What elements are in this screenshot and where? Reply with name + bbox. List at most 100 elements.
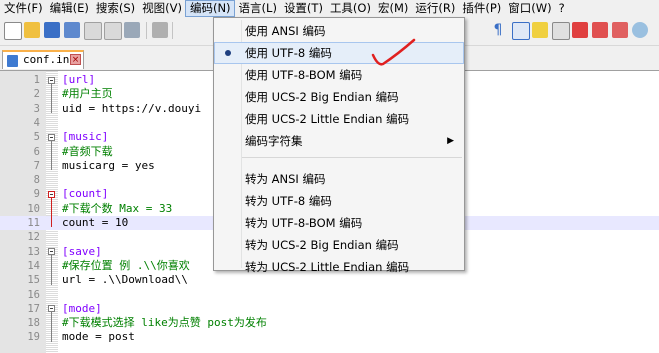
menu-item-label: 转为 UTF-8 编码	[245, 194, 332, 208]
menu-language[interactable]: 语言(L)	[235, 0, 280, 17]
menu-item-use-ansi[interactable]: 使用 ANSI 编码	[214, 20, 464, 42]
menu-file[interactable]: 文件(F)	[0, 0, 46, 17]
function-list-icon[interactable]	[592, 22, 608, 38]
line-number: 12	[27, 231, 40, 244]
menu-item-use-utf8-bom[interactable]: 使用 UTF-8-BOM 编码	[214, 64, 464, 86]
close-icon[interactable]	[84, 22, 102, 40]
menu-help[interactable]: ?	[555, 0, 568, 17]
menu-item-convert-utf8-bom[interactable]: 转为 UTF-8-BOM 编码	[214, 212, 464, 234]
fold-line	[51, 197, 52, 228]
line-number: 16	[27, 288, 40, 301]
code-text: mode = post	[62, 330, 135, 344]
tab-close-icon[interactable]: ×	[70, 54, 81, 65]
code-text: #保存位置 例 .\\你喜欢	[62, 258, 190, 272]
file-icon	[7, 55, 18, 67]
code-text: [mode]	[62, 301, 102, 315]
code-text: [url]	[62, 73, 96, 86]
line-number: 13	[27, 245, 40, 258]
radio-bullet-icon	[225, 50, 231, 56]
code-line[interactable]: 19 mode = post	[0, 330, 659, 344]
menu-view[interactable]: 视图(V)	[138, 0, 185, 17]
menu-edit[interactable]: 编辑(E)	[46, 0, 92, 17]
submenu-arrow-icon: ▶	[447, 136, 454, 146]
line-number: 7	[33, 159, 40, 172]
cut-icon[interactable]	[152, 22, 168, 38]
menu-item-use-ucs2-le[interactable]: 使用 UCS-2 Little Endian 编码	[214, 108, 464, 130]
menu-item-label: 转为 UTF-8-BOM 编码	[245, 216, 363, 230]
code-text: [count]	[62, 187, 109, 201]
menu-item-use-utf8[interactable]: 使用 UTF-8 编码	[214, 42, 464, 64]
menu-item-convert-ucs2-le[interactable]: 转为 UCS-2 Little Endian 编码	[214, 256, 464, 278]
menu-item-convert-utf8[interactable]: 转为 UTF-8 编码	[214, 190, 464, 212]
toolbar-separator	[146, 22, 147, 39]
menu-item-convert-ucs2-be[interactable]: 转为 UCS-2 Big Endian 编码	[214, 234, 464, 256]
menu-bar: 文件(F) 编辑(E) 搜索(S) 视图(V) 编码(N) 语言(L) 设置(T) 工具(O)…	[0, 0, 659, 17]
menu-search[interactable]: 搜索(S)	[92, 0, 138, 17]
menu-separator	[242, 157, 462, 158]
fold-line	[51, 255, 52, 285]
menu-window[interactable]: 窗口(W)	[504, 0, 554, 17]
code-text: #音频下载	[62, 144, 113, 158]
code-text: count = 10	[62, 216, 129, 229]
save-icon[interactable]	[44, 22, 60, 38]
fold-line	[51, 140, 52, 171]
code-text: #用户主页	[62, 87, 113, 101]
menu-item-label: 转为 UCS-2 Little Endian 编码	[245, 260, 410, 274]
code-line[interactable]: 16	[0, 288, 659, 302]
line-number: 4	[33, 116, 40, 129]
code-line[interactable]: 17 [mode]	[0, 302, 659, 316]
menu-tools[interactable]: 工具(O)	[326, 0, 374, 17]
pilcrow-icon[interactable]: ¶	[490, 22, 506, 38]
menu-item-use-ucs2-be[interactable]: 使用 UCS-2 Big Endian 编码	[214, 86, 464, 108]
open-folder-icon[interactable]	[24, 22, 40, 38]
code-text: #下载模式选择 like为点赞 post为发布	[62, 316, 267, 330]
menu-item-label: 使用 UTF-8-BOM 编码	[245, 68, 363, 82]
menu-item-convert-ansi[interactable]: 转为 ANSI 编码	[214, 168, 464, 190]
line-number: 10	[27, 202, 40, 215]
code-text: [music]	[62, 130, 109, 144]
menu-item-label: 转为 ANSI 编码	[245, 172, 326, 186]
fold-line	[51, 83, 52, 114]
tab-label: conf.ini	[23, 53, 76, 66]
line-number: 1	[33, 74, 40, 86]
code-text: uid = https://v.douyi	[62, 101, 202, 115]
menu-settings[interactable]: 设置(T)	[280, 0, 326, 17]
line-number: 18	[27, 317, 40, 330]
menu-item-label: 使用 UCS-2 Little Endian 编码	[245, 112, 410, 126]
fold-toggle-icon[interactable]	[48, 133, 55, 141]
word-wrap-icon[interactable]	[512, 22, 530, 40]
encoding-menu: 使用 ANSI 编码 使用 UTF-8 编码使用 UTF-8-BOM 编码使用 U…	[213, 17, 465, 274]
macro-icon[interactable]	[532, 22, 548, 38]
line-number: 2	[33, 88, 40, 101]
menu-item-charset-submenu[interactable]: 编码字符集 ▶	[214, 130, 464, 152]
menu-item-label: 使用 UCS-2 Big Endian 编码	[245, 90, 399, 104]
eye-icon[interactable]	[632, 22, 648, 38]
print-icon[interactable]	[124, 22, 140, 38]
line-number: 5	[33, 131, 40, 144]
toolbar-separator	[172, 22, 173, 39]
menu-item-label: 使用 ANSI 编码	[245, 24, 326, 38]
code-text: url = .\\Download\\	[62, 273, 188, 287]
line-number: 17	[27, 302, 40, 315]
fold-toggle-icon[interactable]	[48, 305, 55, 313]
menu-plugins[interactable]: 插件(P)	[458, 0, 504, 17]
doc-map-icon[interactable]	[572, 22, 588, 38]
bookmark-icon[interactable]	[552, 22, 570, 40]
code-text: musicarg = yes	[62, 158, 155, 172]
line-number: 8	[33, 174, 40, 187]
menu-item-label: 编码字符集	[245, 134, 303, 148]
fold-toggle-icon[interactable]	[48, 76, 55, 84]
menu-run[interactable]: 运行(R)	[411, 0, 458, 17]
code-line[interactable]: 18 #下载模式选择 like为点赞 post为发布	[0, 316, 659, 330]
save-all-icon[interactable]	[64, 22, 80, 38]
folder-workspace-icon[interactable]	[612, 22, 628, 38]
tab-conf-ini[interactable]: conf.ini ×	[2, 50, 84, 69]
menu-item-label: 转为 UCS-2 Big Endian 编码	[245, 238, 399, 252]
fold-toggle-icon[interactable]	[48, 190, 55, 198]
new-file-icon[interactable]	[4, 22, 22, 40]
close-all-icon[interactable]	[104, 22, 122, 40]
fold-toggle-icon[interactable]	[48, 248, 55, 256]
menu-item-label: 使用 UTF-8 编码	[245, 46, 332, 60]
menu-encoding[interactable]: 编码(N)	[184, 0, 235, 17]
menu-macro[interactable]: 宏(M)	[374, 0, 411, 17]
